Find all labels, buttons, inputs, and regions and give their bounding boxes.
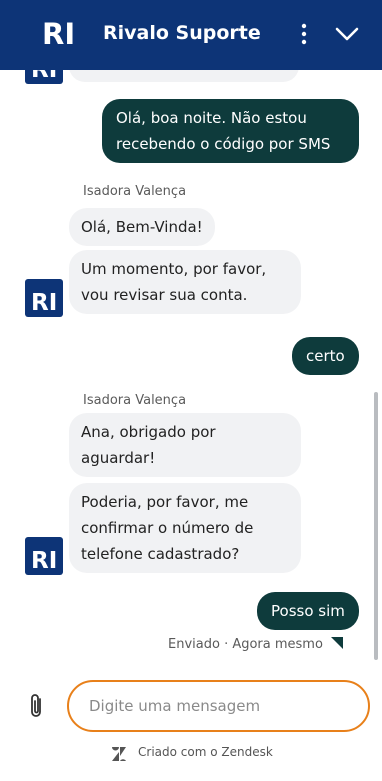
user-message: certo (292, 337, 359, 375)
svg-text:RI: RI (31, 548, 57, 574)
chat-title: Rivalo Suporte (103, 22, 261, 44)
conversation-scrollbar[interactable] (374, 392, 378, 660)
composer (0, 678, 382, 733)
more-options-icon[interactable] (296, 22, 312, 46)
user-message: Olá, boa noite. Não estou recebendo o có… (102, 99, 359, 163)
message-input[interactable] (67, 680, 370, 732)
sent-indicator-icon (331, 637, 343, 649)
chat-header: RI Rivalo Suporte (0, 0, 382, 70)
agent-avatar: RI (25, 279, 63, 317)
agent-message: Ana, obrigado por aguardar! (69, 413, 301, 477)
previous-agent-bubble (69, 70, 299, 82)
svg-text:RI: RI (31, 290, 57, 316)
message-status: Enviado · Agora mesmo (168, 637, 323, 652)
agent-message: Um momento, por favor, vou revisar sua c… (69, 250, 301, 314)
agent-avatar: RI (25, 537, 63, 575)
powered-by-text: Criado com o Zendesk (138, 745, 273, 759)
conversation-area[interactable]: RI Olá, boa noite. Não estou recebendo o… (0, 70, 382, 665)
agent-message: Poderia, por favor, me confirmar o númer… (69, 483, 301, 573)
powered-by-footer[interactable]: Criado com o Zendesk (0, 743, 382, 765)
agent-name: Isadora Valença (83, 393, 187, 408)
rivalo-logo: RI (42, 18, 75, 48)
zendesk-logo-icon (112, 747, 126, 761)
agent-name: Isadora Valença (83, 184, 187, 199)
agent-message: Olá, Bem-Vinda! (69, 208, 215, 246)
svg-text:RI: RI (31, 70, 57, 83)
user-message: Posso sim (257, 592, 359, 630)
paperclip-icon[interactable] (27, 692, 47, 720)
svg-text:RI: RI (42, 18, 75, 48)
minimize-chevron-icon[interactable] (334, 24, 360, 44)
agent-avatar: RI (25, 70, 63, 84)
